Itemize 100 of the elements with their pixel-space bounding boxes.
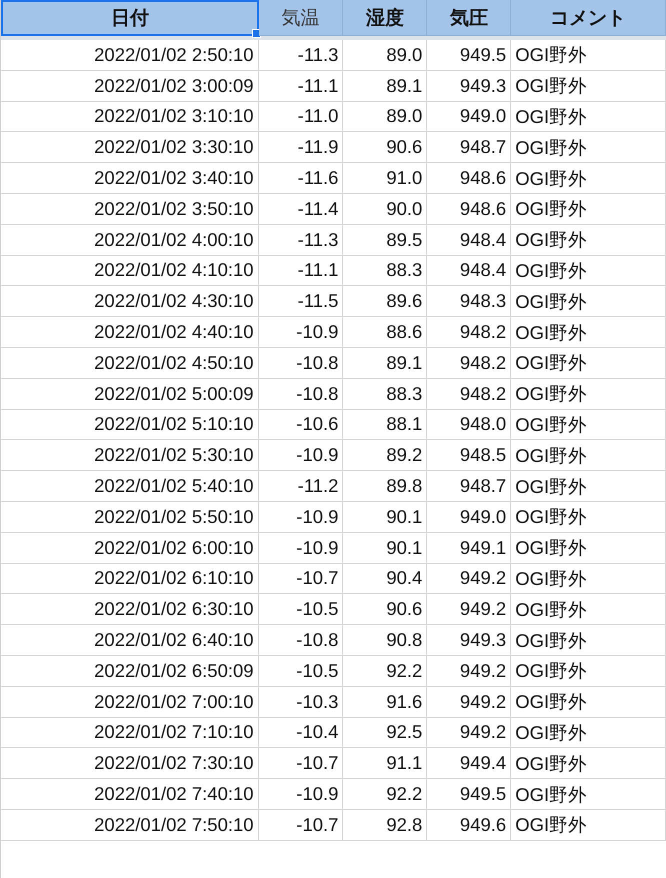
table-cell: 89.0 [343, 102, 428, 132]
table-cell: 2022/01/02 2:50:10 [1, 40, 259, 71]
table-cell: OGI野外 [511, 102, 666, 132]
table-cell: 948.6 [427, 194, 512, 225]
table-cell: 89.1 [343, 348, 428, 379]
table-cell: 2022/01/02 4:50:10 [1, 348, 259, 379]
table-cell: OGI野外 [511, 194, 666, 225]
column-header[interactable]: 日付 [1, 0, 259, 36]
table-cell: 89.5 [343, 224, 428, 256]
table-cell: 948.7 [427, 471, 512, 502]
table-cell: -11.5 [258, 286, 344, 318]
table-cell: OGI野外 [511, 748, 666, 780]
table-cell: -10.7 [258, 748, 344, 780]
table-cell: -10.7 [258, 564, 344, 594]
table-cell: -10.9 [258, 532, 344, 564]
column-header[interactable]: コメント [511, 0, 666, 36]
table-cell: 90.0 [343, 194, 428, 225]
table-cell: 948.0 [427, 410, 512, 440]
table-cell: 92.2 [343, 779, 428, 810]
table-cell: 949.5 [427, 40, 512, 71]
table-cell: -10.5 [258, 594, 344, 626]
table-cell: 949.5 [427, 779, 512, 810]
table-cell: 949.2 [427, 718, 512, 748]
table-cell: OGI野外 [511, 132, 666, 164]
table-cell: -11.1 [258, 70, 344, 102]
table-cell: 949.3 [427, 625, 512, 656]
table-cell: -10.9 [258, 317, 344, 348]
column-header[interactable]: 気温 [258, 0, 344, 36]
table-cell: 949.4 [427, 748, 512, 780]
table-cell: OGI野外 [511, 810, 666, 841]
table-cell: OGI野外 [511, 70, 666, 102]
table-cell: 948.7 [427, 132, 512, 164]
table-cell: OGI野外 [511, 625, 666, 656]
table-cell: OGI野外 [511, 286, 666, 318]
table-cell: -10.6 [258, 410, 344, 440]
table-cell: 2022/01/02 6:00:10 [1, 532, 259, 564]
table-cell: -11.1 [258, 256, 344, 286]
table-cell: 89.2 [343, 440, 428, 472]
table-cell: -10.3 [258, 686, 344, 718]
table-cell: OGI野外 [511, 440, 666, 472]
table-cell: 90.1 [343, 502, 428, 533]
table-cell: 2022/01/02 4:00:10 [1, 224, 259, 256]
table-cell: OGI野外 [511, 718, 666, 748]
table-cell: 948.4 [427, 256, 512, 286]
table-cell: -10.5 [258, 656, 344, 687]
table-cell: -10.9 [258, 440, 344, 472]
table-cell: 948.6 [427, 163, 512, 194]
table-cell: 88.3 [343, 256, 428, 286]
table-cell: 2022/01/02 5:00:09 [1, 378, 259, 410]
table-cell: -10.9 [258, 779, 344, 810]
table-cell: 91.0 [343, 163, 428, 194]
table-cell: 2022/01/02 6:10:10 [1, 564, 259, 594]
table-cell: 2022/01/02 4:10:10 [1, 256, 259, 286]
table-cell: 949.6 [427, 810, 512, 841]
column-header[interactable]: 湿度 [343, 0, 428, 36]
table-cell: -10.9 [258, 502, 344, 533]
table-cell: 949.2 [427, 594, 512, 626]
table-cell: 948.2 [427, 317, 512, 348]
table-cell: -11.4 [258, 194, 344, 225]
table-cell: OGI野外 [511, 348, 666, 379]
table-cell: OGI野外 [511, 317, 666, 348]
table-cell: 2022/01/02 4:40:10 [1, 317, 259, 348]
table-cell: 89.1 [343, 70, 428, 102]
table-cell: 2022/01/02 6:30:10 [1, 594, 259, 626]
table-cell: 949.0 [427, 502, 512, 533]
table-cell: 2022/01/02 6:50:09 [1, 656, 259, 687]
table-cell: OGI野外 [511, 564, 666, 594]
table-cell: 2022/01/02 5:50:10 [1, 502, 259, 533]
table-cell: 92.2 [343, 656, 428, 687]
table-cell: OGI野外 [511, 256, 666, 286]
table-cell: 2022/01/02 7:30:10 [1, 748, 259, 780]
table-cell: OGI野外 [511, 163, 666, 194]
table-cell: -11.3 [258, 40, 344, 71]
table-cell: 90.1 [343, 532, 428, 564]
table-cell: 948.2 [427, 348, 512, 379]
table-cell: -11.0 [258, 102, 344, 132]
table-cell: 949.3 [427, 70, 512, 102]
table-cell: 949.1 [427, 532, 512, 564]
table-cell: 88.1 [343, 410, 428, 440]
table-cell: OGI野外 [511, 502, 666, 533]
table-cell: 2022/01/02 4:30:10 [1, 286, 259, 318]
table-cell: -11.3 [258, 224, 344, 256]
table-cell: 89.8 [343, 471, 428, 502]
table-cell: 90.6 [343, 132, 428, 164]
table-cell: 2022/01/02 5:30:10 [1, 440, 259, 472]
table-cell: 2022/01/02 7:10:10 [1, 718, 259, 748]
column-header[interactable]: 気圧 [427, 0, 512, 36]
table-cell: 91.6 [343, 686, 428, 718]
table-cell: 88.6 [343, 317, 428, 348]
table-cell: OGI野外 [511, 471, 666, 502]
table-cell: -10.7 [258, 810, 344, 841]
table-cell: OGI野外 [511, 378, 666, 410]
table-cell: 90.6 [343, 594, 428, 626]
table-cell: -11.6 [258, 163, 344, 194]
table-cell: 2022/01/02 3:30:10 [1, 132, 259, 164]
table-cell: 90.4 [343, 564, 428, 594]
table-cell: 949.2 [427, 656, 512, 687]
table-cell: OGI野外 [511, 779, 666, 810]
table-cell: OGI野外 [511, 532, 666, 564]
table-cell: -11.2 [258, 471, 344, 502]
